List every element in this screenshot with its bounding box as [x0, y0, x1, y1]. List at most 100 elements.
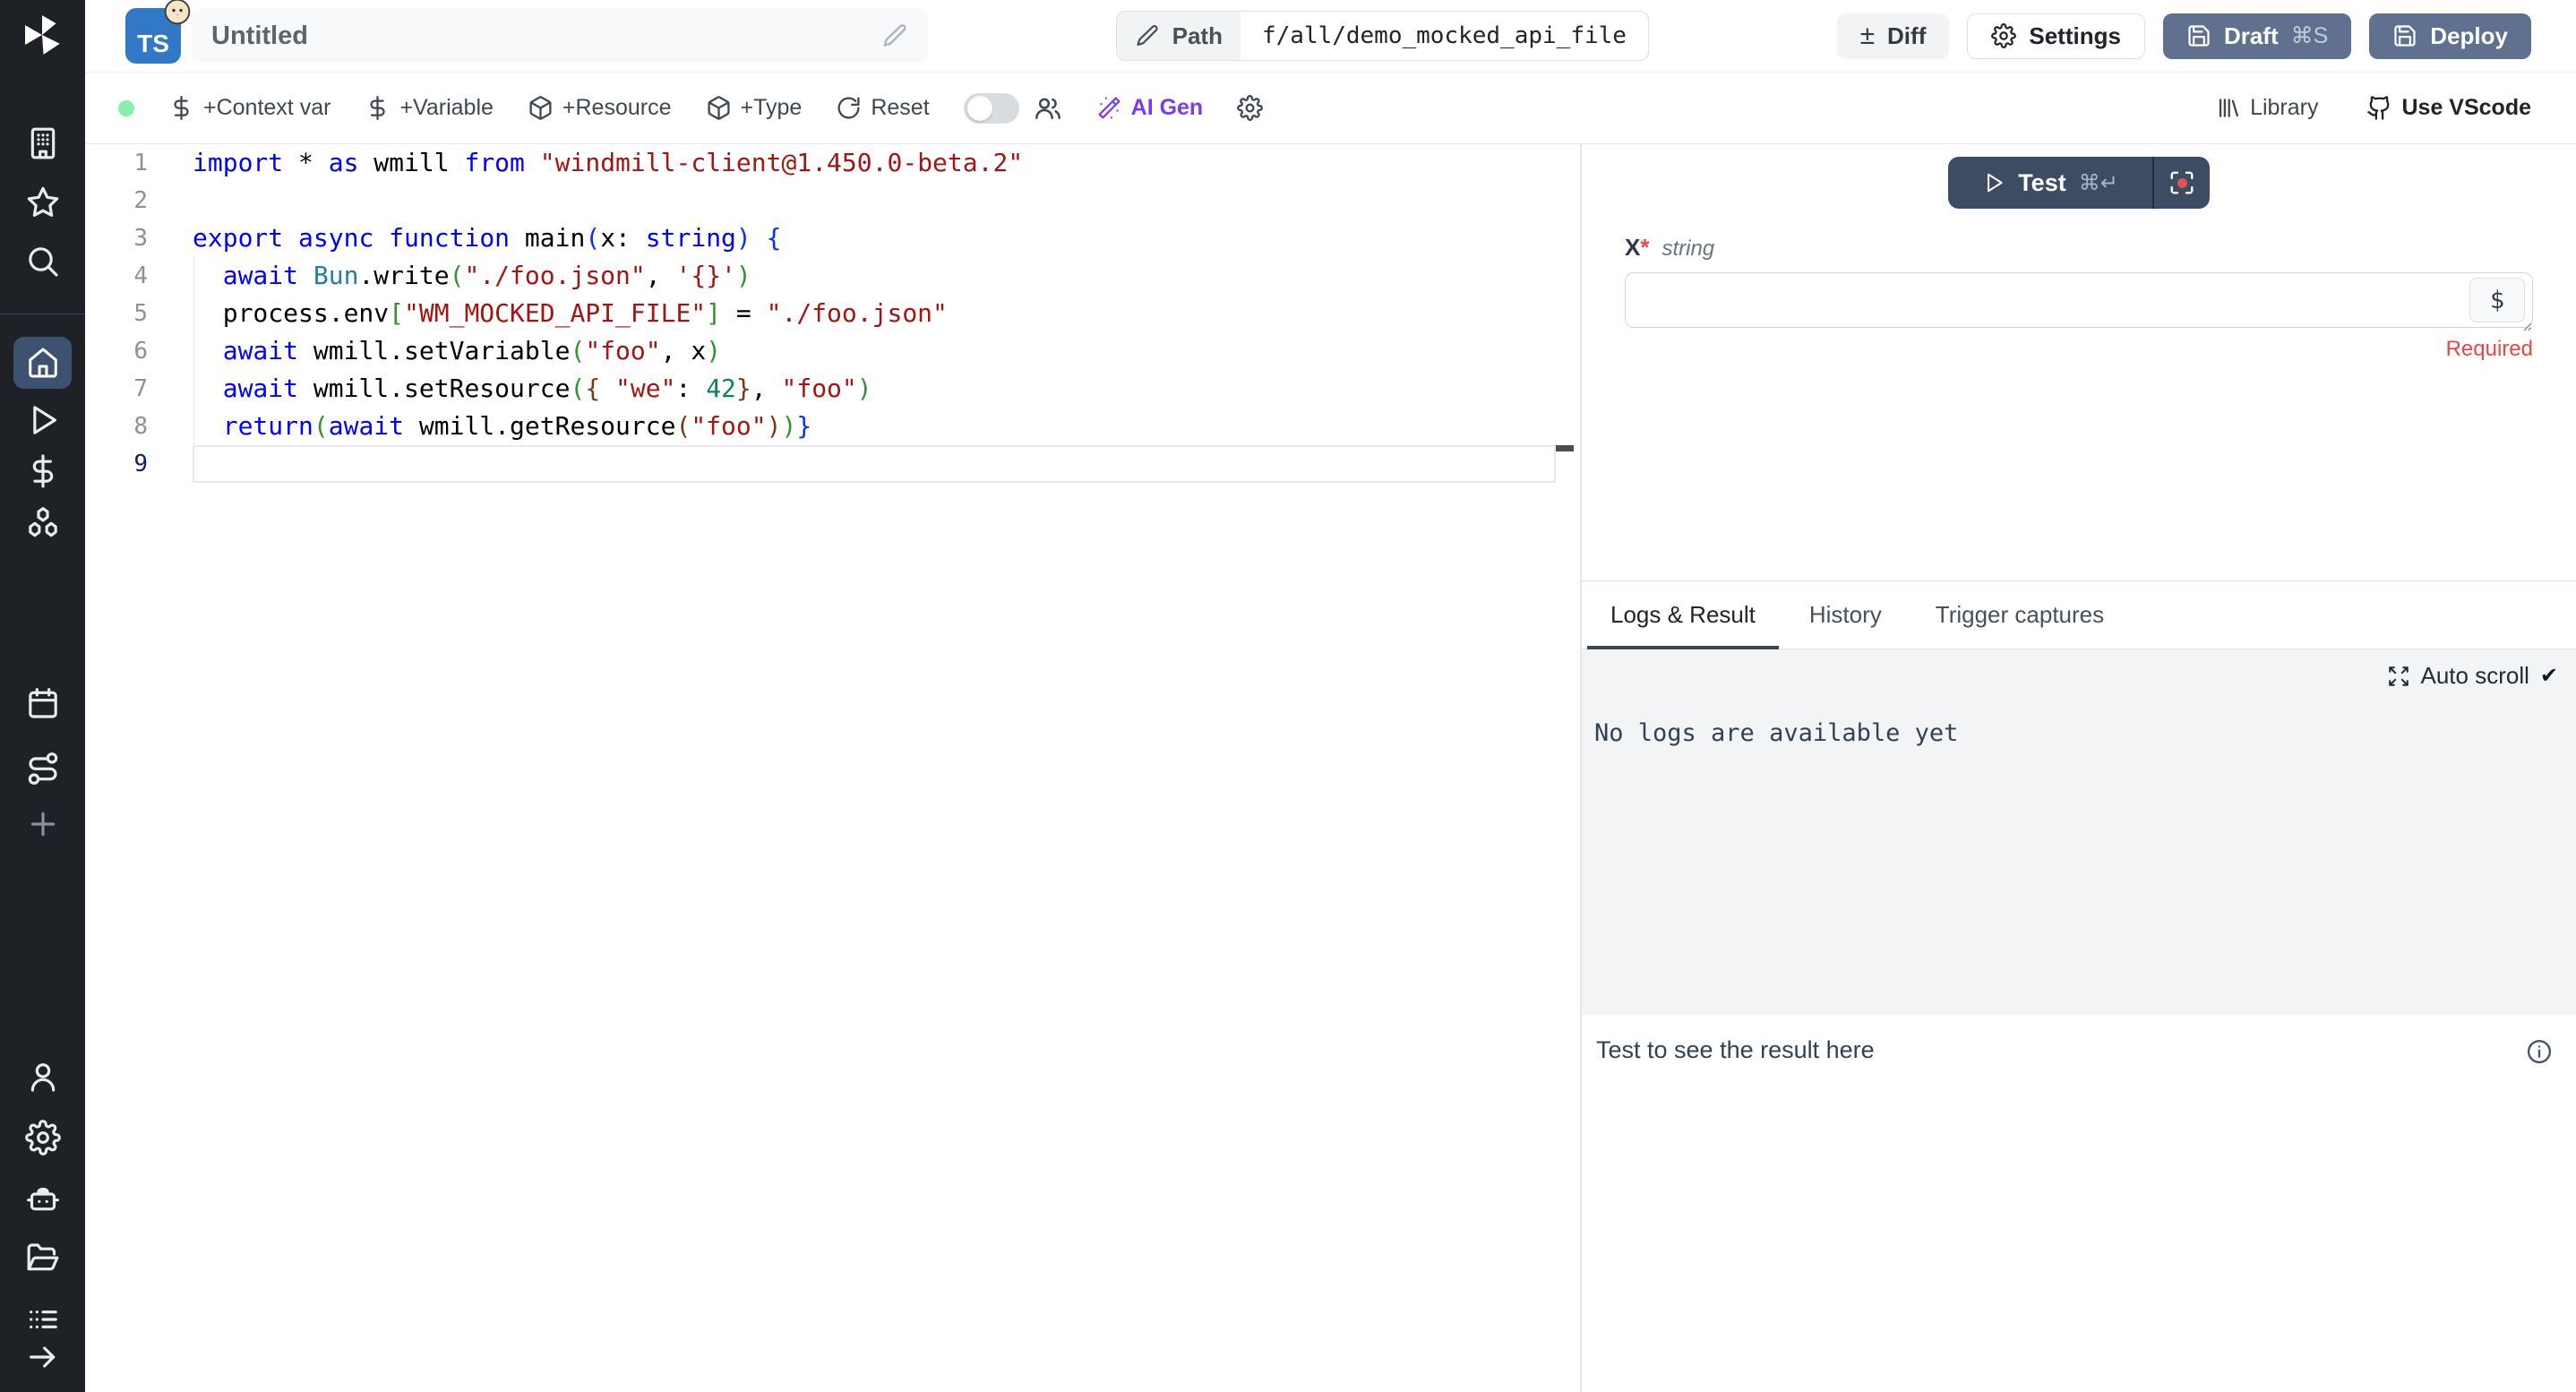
argument-type: string: [1662, 236, 1714, 262]
sidebar-item-user-icon[interactable]: [23, 1057, 62, 1096]
code-line[interactable]: export async function main(x: string) {: [193, 219, 1580, 257]
tab-trigger-captures[interactable]: Trigger captures: [1912, 581, 2127, 649]
line-number: 4: [85, 257, 148, 295]
record-red-dot: [2177, 178, 2187, 188]
required-asterisk: *: [1640, 234, 1649, 262]
line-number: 2: [85, 182, 148, 219]
path-label-chip: Path: [1117, 12, 1241, 60]
required-helper-text: Required: [1625, 337, 2533, 362]
code-line[interactable]: [193, 445, 1556, 483]
windmill-logo-icon[interactable]: [20, 13, 64, 57]
diff-button[interactable]: ± Diff: [1837, 13, 1950, 59]
argument-input[interactable]: $: [1625, 272, 2533, 328]
sidebar-item-settings-gear-icon[interactable]: [23, 1118, 62, 1156]
sidebar-item-folders-icon[interactable]: [23, 1239, 62, 1277]
argument-label-row: X * string: [1625, 234, 2533, 262]
test-button-main[interactable]: Test ⌘↵: [1948, 157, 2152, 209]
sidebar-item-workers-robot-icon[interactable]: [23, 1179, 62, 1217]
auto-scroll-control[interactable]: Auto scroll ✔: [2387, 662, 2559, 690]
refresh-icon: [836, 95, 862, 121]
line-number: 8: [85, 408, 148, 445]
indent-guide: [193, 257, 194, 445]
sidebar-item-resources-boxes-icon[interactable]: [23, 503, 62, 541]
toolbar-right: Library Use VScode: [2215, 95, 2531, 121]
save-icon: [2392, 23, 2417, 48]
language-badge-label: TS: [137, 30, 169, 58]
library-button[interactable]: Library: [2215, 95, 2318, 121]
result-panel: Test to see the result here: [1582, 1015, 2576, 1392]
bun-runtime-icon: [163, 0, 192, 26]
header-actions: ± Diff Settings Draft ⌘S Deploy: [1837, 13, 2531, 59]
users-icon: [1034, 94, 1062, 123]
resize-handle[interactable]: [2517, 316, 2533, 332]
add-variable-button[interactable]: +Variable: [365, 95, 493, 121]
result-empty-text: Test to see the result here: [1596, 1036, 1875, 1064]
add-resource-button[interactable]: +Resource: [528, 95, 672, 121]
code-line[interactable]: await wmill.setResource({ "we": 42}, "fo…: [193, 370, 1580, 408]
test-capture-button[interactable]: [2154, 157, 2210, 209]
windmill-app: TS Untitled Path f/all/demo_mocked_api_f…: [0, 0, 2576, 1392]
code-line[interactable]: import * as wmill from "windmill-client@…: [193, 144, 1580, 182]
draft-button[interactable]: Draft ⌘S: [2163, 13, 2351, 59]
reset-button[interactable]: Reset: [836, 95, 929, 121]
code-line[interactable]: await Bun.write("./foo.json", '{}'): [193, 257, 1580, 295]
deploy-button[interactable]: Deploy: [2369, 13, 2531, 59]
topbar: TS Untitled Path f/all/demo_mocked_api_f…: [85, 0, 2576, 73]
sidebar-item-schedules-calendar-icon[interactable]: [23, 683, 62, 722]
code-line[interactable]: await wmill.setVariable("foo", x): [193, 332, 1580, 370]
edit-path-pencil-icon: [1135, 23, 1160, 48]
sidebar-collapse-arrow-right-icon[interactable]: [23, 1337, 62, 1376]
tabs-row: Logs & Result History Trigger captures: [1582, 581, 2576, 649]
sidebar-item-home[interactable]: [13, 337, 72, 389]
edit-title-pencil-icon[interactable]: [881, 22, 908, 49]
language-typescript-badge: TS: [125, 8, 181, 64]
package-icon: [706, 95, 732, 121]
package-icon: [528, 95, 554, 121]
sidebar-add-plus-icon[interactable]: [23, 804, 62, 843]
editor-toolbar: +Context var +Variable +Resource +Type R…: [85, 73, 2576, 144]
add-context-var-button[interactable]: +Context var: [168, 95, 331, 121]
line-number: 9: [85, 445, 148, 483]
sidebar-item-runs-play-icon[interactable]: [23, 400, 62, 439]
logs-empty-text: No logs are available yet: [1594, 719, 1958, 747]
script-title: Untitled: [211, 21, 881, 51]
play-icon: [1982, 171, 2005, 194]
ai-gen-button[interactable]: AI Gen: [1096, 95, 1204, 121]
dollar-icon: [168, 95, 194, 121]
test-shortcut: ⌘↵: [2079, 170, 2118, 196]
editor-code[interactable]: import * as wmill from "windmill-client@…: [193, 144, 1580, 1392]
overview-ruler-cursor-mark: [1556, 445, 1574, 451]
use-vscode-button[interactable]: Use VScode: [2366, 95, 2531, 121]
right-panel: Test ⌘↵ X * string: [1582, 144, 2576, 1392]
line-number: 1: [85, 144, 148, 182]
library-icon: [2215, 95, 2241, 121]
save-icon: [2186, 23, 2211, 48]
favorites-star-icon[interactable]: [23, 183, 62, 221]
settings-button[interactable]: Settings: [1967, 13, 2145, 59]
gear-icon: [1237, 95, 1263, 121]
diff-icon: ±: [1860, 22, 1875, 49]
info-icon[interactable]: [2526, 1038, 2553, 1065]
tab-logs-result[interactable]: Logs & Result: [1587, 581, 1779, 649]
line-number: 3: [85, 219, 148, 257]
code-editor[interactable]: 123456789 import * as wmill from "windmi…: [85, 144, 1580, 1392]
sidebar-item-variables-dollar-icon[interactable]: [23, 451, 62, 490]
code-line[interactable]: process.env["WM_MOCKED_API_FILE"] = "./f…: [193, 295, 1580, 332]
test-button[interactable]: Test ⌘↵: [1948, 157, 2210, 209]
expand-icon: [2387, 665, 2410, 688]
workspace-building-icon[interactable]: [23, 124, 62, 162]
code-line[interactable]: return(await wmill.getResource("foo"))}: [193, 408, 1580, 445]
argument-name: X: [1625, 234, 1640, 262]
multiplayer-toggle[interactable]: [964, 93, 1019, 124]
editor-settings-gear-button[interactable]: [1237, 95, 1263, 121]
code-line[interactable]: [193, 182, 1580, 219]
path-widget[interactable]: Path f/all/demo_mocked_api_file: [1116, 11, 1649, 61]
line-number: 6: [85, 332, 148, 370]
add-type-button[interactable]: +Type: [706, 95, 803, 121]
tab-history[interactable]: History: [1786, 581, 1905, 649]
sidebar-item-flows-route-icon[interactable]: [23, 749, 62, 787]
search-icon[interactable]: [23, 242, 62, 280]
script-title-field[interactable]: Untitled: [192, 9, 928, 63]
sidebar-item-audit-list-icon[interactable]: [23, 1300, 62, 1338]
line-number: 7: [85, 370, 148, 408]
